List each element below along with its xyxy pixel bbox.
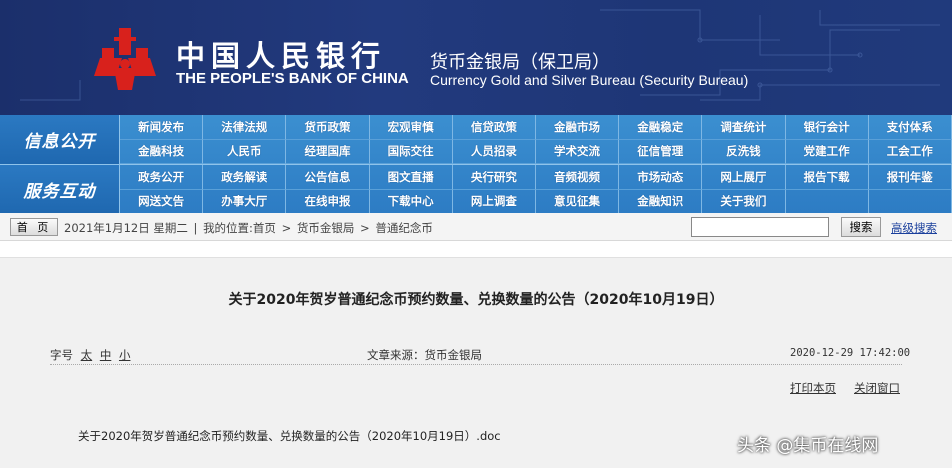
font-size-control: 字号 太 中 小 <box>50 347 130 363</box>
nav-grid-info: 新闻发布 法律法规 货币政策 宏观审慎 信贷政策 金融市场 金融稳定 调查统计 … <box>120 115 952 164</box>
nav-section-info-disclosure[interactable]: 信息公开 <box>0 115 120 164</box>
nav-item[interactable]: 金融科技 <box>120 139 204 164</box>
nav-item-empty <box>785 189 869 214</box>
nav-item[interactable]: 市场动态 <box>619 165 703 190</box>
nav-item[interactable]: 意见征集 <box>535 189 620 214</box>
nav-item[interactable]: 征信管理 <box>619 139 703 164</box>
nav-item[interactable]: 网上展厅 <box>702 165 786 190</box>
nav-item[interactable]: 报刊年鉴 <box>868 165 952 190</box>
nav-item[interactable]: 银行会计 <box>785 115 869 140</box>
article-source: 文章来源：货币金银局 <box>367 348 482 362</box>
nav-item[interactable]: 法律法规 <box>203 115 287 140</box>
breadcrumb-home-link[interactable]: 我的位置:首页 <box>203 221 276 235</box>
bureau-name-en: Currency Gold and Silver Bureau (Securit… <box>430 72 749 88</box>
nav-item[interactable]: 支付体系 <box>868 115 952 140</box>
nav-item[interactable]: 报告下载 <box>785 165 869 190</box>
attachment-link[interactable]: 关于2020年贺岁普通纪念币预约数量、兑换数量的公告（2020年10月19日）.… <box>78 428 501 444</box>
advanced-search-link[interactable]: 高级搜索 <box>891 220 937 236</box>
search-input[interactable] <box>691 217 829 237</box>
nav-item[interactable]: 人员招录 <box>452 139 536 164</box>
watermark: 头条 @集币在线网 <box>737 436 879 456</box>
print-page-link[interactable]: 打印本页 <box>790 380 836 396</box>
home-button[interactable]: 首 页 <box>10 218 58 236</box>
font-size-medium-link[interactable]: 中 <box>100 348 112 362</box>
nav-item[interactable]: 网送文告 <box>120 189 204 214</box>
close-window-link[interactable]: 关闭窗口 <box>854 380 900 396</box>
nav-item[interactable]: 信贷政策 <box>452 115 536 140</box>
nav-item[interactable]: 调查统计 <box>702 115 786 140</box>
nav-item[interactable]: 金融市场 <box>535 115 620 140</box>
nav-item[interactable]: 宏观审慎 <box>369 115 453 140</box>
breadcrumb-separator: > <box>281 221 292 235</box>
nav-grid-service: 政务公开 政务解读 公告信息 图文直播 央行研究 音频视频 市场动态 网上展厅 … <box>120 164 952 214</box>
nav-item[interactable]: 网上调查 <box>452 189 536 214</box>
nav-item[interactable]: 党建工作 <box>785 139 869 164</box>
breadcrumb-item-commemorative-coin[interactable]: 普通纪念币 <box>375 221 433 235</box>
breadcrumb-separator: > <box>360 221 370 235</box>
nav-item[interactable]: 人民币 <box>203 139 287 164</box>
nav-item[interactable]: 金融知识 <box>619 189 703 214</box>
nav-item-empty <box>868 189 952 214</box>
nav-item[interactable]: 货币政策 <box>286 115 370 140</box>
nav-item[interactable]: 工会工作 <box>868 139 952 164</box>
nav-item[interactable]: 音频视频 <box>535 165 620 190</box>
font-size-large-link[interactable]: 太 <box>81 348 93 362</box>
nav-item[interactable]: 新闻发布 <box>120 115 204 140</box>
nav-item[interactable]: 反洗钱 <box>702 139 786 164</box>
bank-name-en: THE PEOPLE'S BANK OF CHINA <box>176 70 409 87</box>
breadcrumb-divider: | <box>193 221 198 235</box>
pboc-logo-icon <box>94 28 156 90</box>
article-datetime: 2020-12-29 17:42:00 <box>790 347 911 359</box>
breadcrumb: 2021年1月12日 星期二 | 我的位置:首页 > 货币金银局 > 普通纪念币 <box>64 220 435 236</box>
nav-item[interactable]: 经理国库 <box>286 139 370 164</box>
breadcrumb-bar: 首 页 2021年1月12日 星期二 | 我的位置:首页 > 货币金银局 > 普… <box>0 213 952 241</box>
nav-item[interactable]: 政务公开 <box>120 165 204 190</box>
font-size-label: 字号 <box>50 348 73 362</box>
bureau-name-cn: 货币金银局（保卫局） <box>430 52 610 73</box>
nav-item[interactable]: 在线申报 <box>286 189 370 214</box>
nav-item[interactable]: 关于我们 <box>702 189 786 214</box>
current-date: 2021年1月12日 星期二 <box>64 221 188 235</box>
nav-item[interactable]: 下载中心 <box>369 189 453 214</box>
nav-item[interactable]: 央行研究 <box>452 165 536 190</box>
nav-item[interactable]: 图文直播 <box>369 165 453 190</box>
nav-section-service-interaction[interactable]: 服务互动 <box>0 164 120 213</box>
divider <box>50 364 902 365</box>
nav-item[interactable]: 办事大厅 <box>203 189 287 214</box>
nav-item[interactable]: 国际交往 <box>369 139 453 164</box>
site-header: 中国人民银行 THE PEOPLE'S BANK OF CHINA 货币金银局（… <box>0 0 952 115</box>
font-size-small-link[interactable]: 小 <box>119 348 131 362</box>
bank-name-cn: 中国人民银行 <box>176 39 387 73</box>
nav-item[interactable]: 政务解读 <box>203 165 287 190</box>
nav-item[interactable]: 金融稳定 <box>619 115 703 140</box>
nav-item[interactable]: 公告信息 <box>286 165 370 190</box>
article-panel: 关于2020年贺岁普通纪念币预约数量、兑换数量的公告（2020年10月19日） … <box>0 257 952 468</box>
article-title: 关于2020年贺岁普通纪念币预约数量、兑换数量的公告（2020年10月19日） <box>228 292 724 308</box>
breadcrumb-item-bureau[interactable]: 货币金银局 <box>297 221 355 235</box>
nav-item[interactable]: 学术交流 <box>535 139 620 164</box>
main-navigation: 信息公开 服务互动 新闻发布 法律法规 货币政策 宏观审慎 信贷政策 金融市场 … <box>0 115 952 214</box>
search-button[interactable]: 搜索 <box>841 217 881 237</box>
